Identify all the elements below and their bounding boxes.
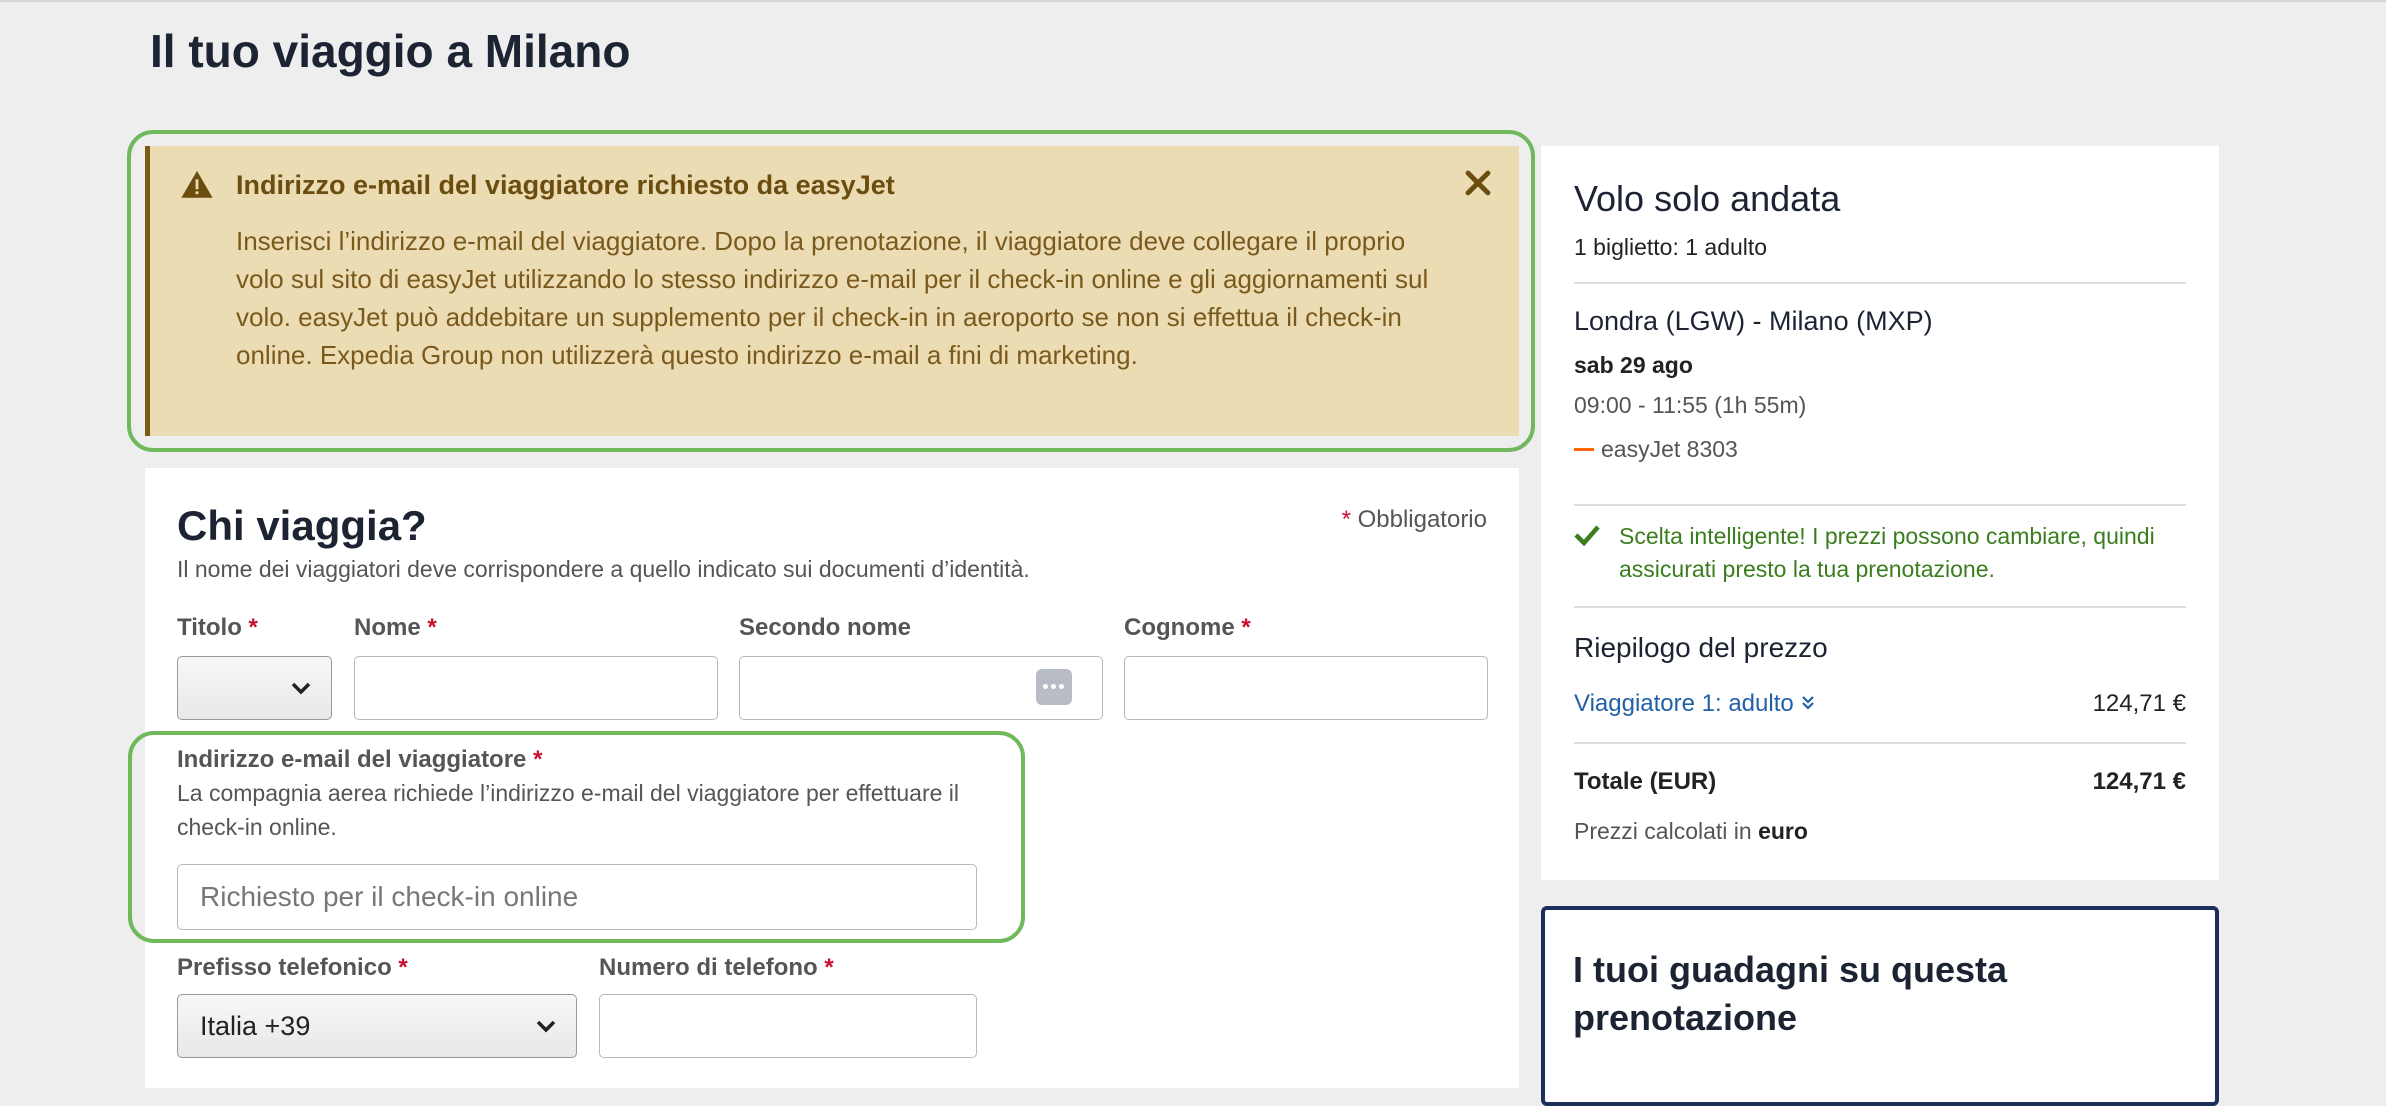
double-chevron-down-icon[interactable]	[1801, 694, 1815, 712]
divider	[1574, 606, 2186, 608]
top-border	[0, 0, 2386, 2]
price-summary-heading: Riepilogo del prezzo	[1574, 632, 1828, 663]
email-highlight	[128, 731, 1025, 943]
required-note: * Obbligatorio	[1341, 506, 1487, 533]
title-label: Titolo *	[177, 614, 258, 641]
phone-number-input[interactable]	[599, 994, 977, 1058]
summary-title: Volo solo andata	[1574, 178, 1841, 219]
smart-choice-message: Scelta intelligente! I prezzi possono ca…	[1619, 523, 2155, 582]
first-name-input[interactable]	[354, 656, 718, 720]
alert-body: Inserisci l’indirizzo e-mail del viaggia…	[236, 226, 1429, 370]
easyjet-email-alert: Indirizzo e-mail del viaggiatore richies…	[145, 146, 1519, 436]
traveler-price: 124,71 €	[2092, 690, 2186, 717]
first-name-label: Nome *	[354, 614, 437, 641]
form-subtitle: Il nome dei viaggiatori deve corrisponde…	[177, 556, 1030, 582]
chevron-down-icon	[536, 1020, 556, 1033]
phone-prefix-value: Italia +39	[200, 1011, 311, 1041]
close-icon[interactable]	[1461, 166, 1495, 200]
total-label: Totale (EUR)	[1574, 768, 1717, 795]
warning-icon	[181, 170, 213, 198]
ticket-count: 1 biglietto: 1 adulto	[1574, 234, 1768, 260]
checkmark-icon	[1574, 525, 1600, 546]
chevron-down-icon	[291, 682, 311, 695]
easyjet-logo-icon	[1574, 448, 1594, 451]
phone-prefix-label: Prefisso telefonico *	[177, 954, 408, 981]
flight-time: 09:00 - 11:55 (1h 55m)	[1574, 392, 1807, 418]
phone-prefix-select[interactable]: Italia +39	[177, 994, 577, 1058]
alert-title: Indirizzo e-mail del viaggiatore richies…	[236, 170, 895, 200]
trip-summary-card: Volo solo andata 1 biglietto: 1 adulto L…	[1541, 146, 2219, 880]
flight-route: Londra (LGW) - Milano (MXP)	[1574, 306, 1933, 336]
divider	[1574, 504, 2186, 506]
divider	[1574, 742, 2186, 744]
phone-number-label: Numero di telefono *	[599, 954, 834, 981]
form-heading: Chi viaggia?	[177, 502, 427, 549]
title-select[interactable]	[177, 656, 332, 720]
earnings-card: I tuoi guadagni su questa prenotazione	[1541, 906, 2219, 1106]
middle-name-label: Secondo nome	[739, 614, 912, 641]
middle-name-input[interactable]	[739, 656, 1103, 720]
password-manager-icon[interactable]	[1036, 669, 1072, 705]
earnings-title: I tuoi guadagni su questa prenotazione	[1573, 949, 2008, 1038]
total-value: 124,71 €	[2092, 768, 2186, 795]
flight-date: sab 29 ago	[1574, 352, 1693, 378]
traveler-price-toggle[interactable]: Viaggiatore 1: adulto	[1574, 690, 1794, 718]
divider	[1574, 282, 2186, 284]
last-name-label: Cognome *	[1124, 614, 1251, 641]
currency-note: Prezzi calcolati in euro	[1574, 818, 1808, 844]
airline-flight: easyJet 8303	[1601, 436, 1738, 462]
page-title: Il tuo viaggio a Milano	[150, 25, 631, 77]
last-name-input[interactable]	[1124, 656, 1488, 720]
